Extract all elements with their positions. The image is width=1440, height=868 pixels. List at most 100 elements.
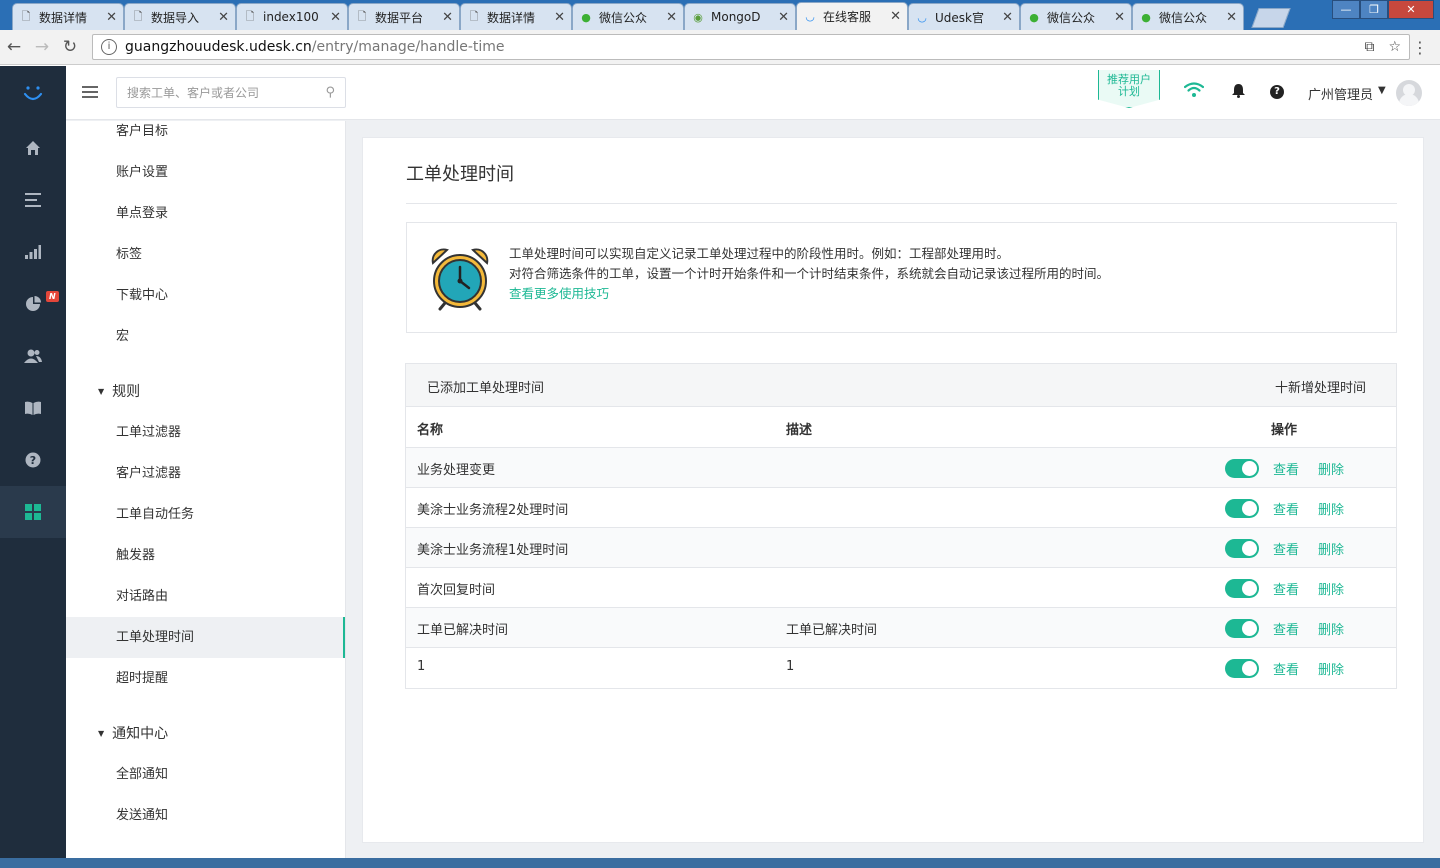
- delete-link[interactable]: 删除: [1318, 539, 1344, 558]
- wechat-icon: ●: [1141, 10, 1151, 24]
- knowledge-book-icon[interactable]: [0, 382, 66, 434]
- more-tips-link[interactable]: 查看更多使用技巧: [509, 284, 1109, 304]
- submenu-item[interactable]: 客户过滤器: [66, 453, 345, 494]
- browser-tab[interactable]: 🗋 数据导入 ✕: [124, 3, 236, 30]
- forward-icon[interactable]: →: [28, 37, 56, 57]
- submenu-item[interactable]: 工单处理时间: [66, 617, 345, 658]
- browser-tab[interactable]: ◉ MongoD ✕: [684, 3, 796, 30]
- add-handle-time-button[interactable]: 十新增处理时间: [1275, 377, 1366, 396]
- submenu-item[interactable]: 对话路由: [66, 576, 345, 617]
- avatar[interactable]: [1396, 80, 1422, 106]
- row-description: 工单已解决时间: [786, 623, 878, 638]
- admin-grid-icon[interactable]: [0, 486, 66, 538]
- browser-tab[interactable]: ● 微信公众 ✕: [1020, 3, 1132, 30]
- browser-tab[interactable]: 🗋 数据详情 ✕: [12, 3, 124, 30]
- home-icon[interactable]: [0, 122, 66, 174]
- new-tab-button[interactable]: [1251, 8, 1291, 28]
- close-tab-icon[interactable]: ✕: [442, 10, 453, 25]
- close-tab-icon[interactable]: ✕: [890, 9, 901, 24]
- title-divider: [406, 203, 1397, 204]
- close-tab-icon[interactable]: ✕: [218, 10, 229, 25]
- browser-menu-icon[interactable]: ⋮: [1412, 38, 1428, 57]
- close-tab-icon[interactable]: ✕: [1226, 10, 1237, 25]
- maximize-icon[interactable]: ❐: [1360, 0, 1388, 19]
- browser-tab[interactable]: ◡ 在线客服 ✕: [796, 2, 908, 30]
- delete-link[interactable]: 删除: [1318, 659, 1344, 678]
- tickets-icon[interactable]: [0, 174, 66, 226]
- referral-program-badge[interactable]: 推荐用户 计划: [1098, 70, 1160, 108]
- minimize-icon[interactable]: —: [1332, 0, 1360, 19]
- submenu-item[interactable]: 标签: [66, 234, 345, 275]
- view-link[interactable]: 查看: [1273, 539, 1299, 558]
- back-icon[interactable]: ←: [0, 37, 28, 57]
- browser-tab[interactable]: ● 微信公众 ✕: [572, 3, 684, 30]
- browser-tab[interactable]: 🗋 数据详情 ✕: [460, 3, 572, 30]
- column-actions: 操作: [1271, 423, 1298, 438]
- row-name: 美涂士业务流程1处理时间: [417, 543, 569, 558]
- udesk-logo-icon[interactable]: [0, 66, 66, 122]
- submenu-item[interactable]: 触发器: [66, 535, 345, 576]
- table-body: 业务处理变更 查看 删除 美涂士业务流程2处理时间 查看 删除 美涂士业务流程1处理时间 查看…: [406, 448, 1396, 688]
- submenu-group-notifications[interactable]: ▼ 通知中心: [66, 713, 345, 754]
- collapse-menu-icon[interactable]: [82, 86, 98, 101]
- search-icon[interactable]: ⚲: [325, 85, 335, 100]
- browser-tab[interactable]: 🗋 数据平台 ✕: [348, 3, 460, 30]
- close-tab-icon[interactable]: ✕: [330, 10, 341, 25]
- delete-link[interactable]: 删除: [1318, 619, 1344, 638]
- enable-toggle[interactable]: [1225, 619, 1259, 638]
- submenu-item[interactable]: 客户目标: [66, 121, 345, 152]
- cast-icon[interactable]: ⧉: [1364, 39, 1374, 55]
- view-link[interactable]: 查看: [1273, 619, 1299, 638]
- submenu-group-rules[interactable]: ▼ 规则: [66, 371, 345, 412]
- submenu-item[interactable]: 下载中心: [66, 275, 345, 316]
- enable-toggle[interactable]: [1225, 539, 1259, 558]
- submenu-item[interactable]: 单点登录: [66, 193, 345, 234]
- stats-icon[interactable]: [0, 226, 66, 278]
- chevron-down-icon[interactable]: ▼: [1378, 85, 1386, 96]
- browser-tab[interactable]: 🗋 index100 ✕: [236, 3, 348, 30]
- svg-text:?: ?: [30, 454, 36, 467]
- enable-toggle[interactable]: [1225, 579, 1259, 598]
- reports-pie-icon[interactable]: N: [0, 278, 66, 330]
- close-window-icon[interactable]: ✕: [1388, 0, 1434, 19]
- bookmark-star-icon[interactable]: ☆: [1388, 39, 1401, 55]
- site-info-icon[interactable]: i: [101, 39, 117, 55]
- submenu-item[interactable]: 全部通知: [66, 754, 345, 795]
- view-link[interactable]: 查看: [1273, 659, 1299, 678]
- enable-toggle[interactable]: [1225, 459, 1259, 478]
- help-icon[interactable]: ?: [1270, 85, 1284, 99]
- delete-link[interactable]: 删除: [1318, 499, 1344, 518]
- intro-line-2: 对符合筛选条件的工单，设置一个计时开始条件和一个计时结束条件，系统就会自动记录该…: [509, 266, 1110, 281]
- browser-tab[interactable]: ● 微信公众 ✕: [1132, 3, 1244, 30]
- delete-link[interactable]: 删除: [1318, 579, 1344, 598]
- submenu-item[interactable]: 工单过滤器: [66, 412, 345, 453]
- user-name[interactable]: 广州管理员: [1308, 84, 1373, 103]
- browser-tab[interactable]: ◡ Udesk官 ✕: [908, 3, 1020, 30]
- delete-link[interactable]: 删除: [1318, 459, 1344, 478]
- help-circle-icon[interactable]: ?: [0, 434, 66, 486]
- bell-icon[interactable]: [1232, 83, 1245, 102]
- close-tab-icon[interactable]: ✕: [666, 10, 677, 25]
- udesk-app: N ? 搜索工单、客户或者公司 ⚲ 推荐用户 计划 ? 广州管理员 ▼ 客户目标…: [0, 66, 1440, 858]
- submenu-item[interactable]: 发送通知: [66, 795, 345, 836]
- submenu-item[interactable]: 账户设置: [66, 152, 345, 193]
- submenu-item[interactable]: 超时提醒: [66, 658, 345, 699]
- close-tab-icon[interactable]: ✕: [554, 10, 565, 25]
- close-tab-icon[interactable]: ✕: [1114, 10, 1125, 25]
- enable-toggle[interactable]: [1225, 659, 1259, 678]
- url-field[interactable]: i guangzhouudesk.udesk.cn /entry/manage/…: [92, 34, 1410, 60]
- enable-toggle[interactable]: [1225, 499, 1259, 518]
- view-link[interactable]: 查看: [1273, 579, 1299, 598]
- view-link[interactable]: 查看: [1273, 459, 1299, 478]
- reload-icon[interactable]: ↻: [56, 37, 84, 57]
- close-tab-icon[interactable]: ✕: [1002, 10, 1013, 25]
- submenu-item[interactable]: 宏: [66, 316, 345, 357]
- view-link[interactable]: 查看: [1273, 499, 1299, 518]
- close-tab-icon[interactable]: ✕: [106, 10, 117, 25]
- search-input[interactable]: 搜索工单、客户或者公司 ⚲: [116, 77, 346, 108]
- customers-icon[interactable]: [0, 330, 66, 382]
- submenu-item[interactable]: 工单自动任务: [66, 494, 345, 535]
- new-badge: N: [46, 291, 59, 302]
- table-row: 首次回复时间 查看 删除: [406, 568, 1396, 608]
- close-tab-icon[interactable]: ✕: [778, 10, 789, 25]
